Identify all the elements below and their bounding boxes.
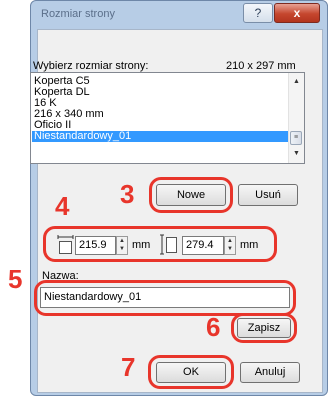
step-number: 4 <box>55 191 70 221</box>
window-title: Rozmiar strony <box>41 8 115 20</box>
list-item[interactable]: Koperta DL <box>32 87 290 98</box>
down-arrow-icon[interactable]: ▼ <box>117 245 127 253</box>
page-width-icon <box>57 235 74 254</box>
up-arrow-icon[interactable]: ▲ <box>117 237 127 245</box>
list-item-selected[interactable]: Niestandardowy_01 <box>32 131 290 142</box>
ok-button[interactable]: OK <box>156 362 226 383</box>
new-button[interactable]: Nowe <box>156 184 226 206</box>
delete-button[interactable]: Usuń <box>238 184 298 206</box>
list-scrollbar[interactable]: ▲ ≡ ▼ <box>288 73 304 163</box>
page-height-icon <box>160 234 178 255</box>
scroll-up-icon[interactable]: ▲ <box>289 75 304 89</box>
width-unit: mm <box>132 239 151 251</box>
width-stepper[interactable]: ▲ ▼ <box>116 236 128 255</box>
cancel-button[interactable]: Anuluj <box>240 362 300 383</box>
step-number: 5 <box>8 264 23 294</box>
height-input[interactable]: 279.4 <box>182 236 224 255</box>
up-arrow-icon[interactable]: ▲ <box>225 237 235 245</box>
current-size-value: 210 x 297 mm <box>226 60 296 72</box>
close-button[interactable]: x <box>274 3 320 23</box>
step-number: 6 <box>206 312 221 342</box>
save-button[interactable]: Zapisz <box>237 318 291 338</box>
height-stepper[interactable]: ▲ ▼ <box>224 236 236 255</box>
title-bar: Rozmiar strony ? x <box>31 1 327 29</box>
help-button[interactable]: ? <box>243 3 273 23</box>
scroll-thumb[interactable]: ≡ <box>290 131 302 145</box>
page-size-label: Wybierz rozmiar strony: <box>33 60 149 72</box>
page-size-list[interactable]: Koperta C5 Koperta DL 16 K 216 x 340 mm … <box>30 72 305 164</box>
step-number: 3 <box>120 179 135 209</box>
down-arrow-icon[interactable]: ▼ <box>225 245 235 253</box>
scroll-down-icon[interactable]: ▼ <box>289 147 304 161</box>
step-number: 7 <box>121 352 136 382</box>
width-input[interactable]: 215.9 <box>75 236 116 255</box>
height-unit: mm <box>240 239 259 251</box>
name-input[interactable]: Niestandardowy_01 <box>40 287 290 308</box>
